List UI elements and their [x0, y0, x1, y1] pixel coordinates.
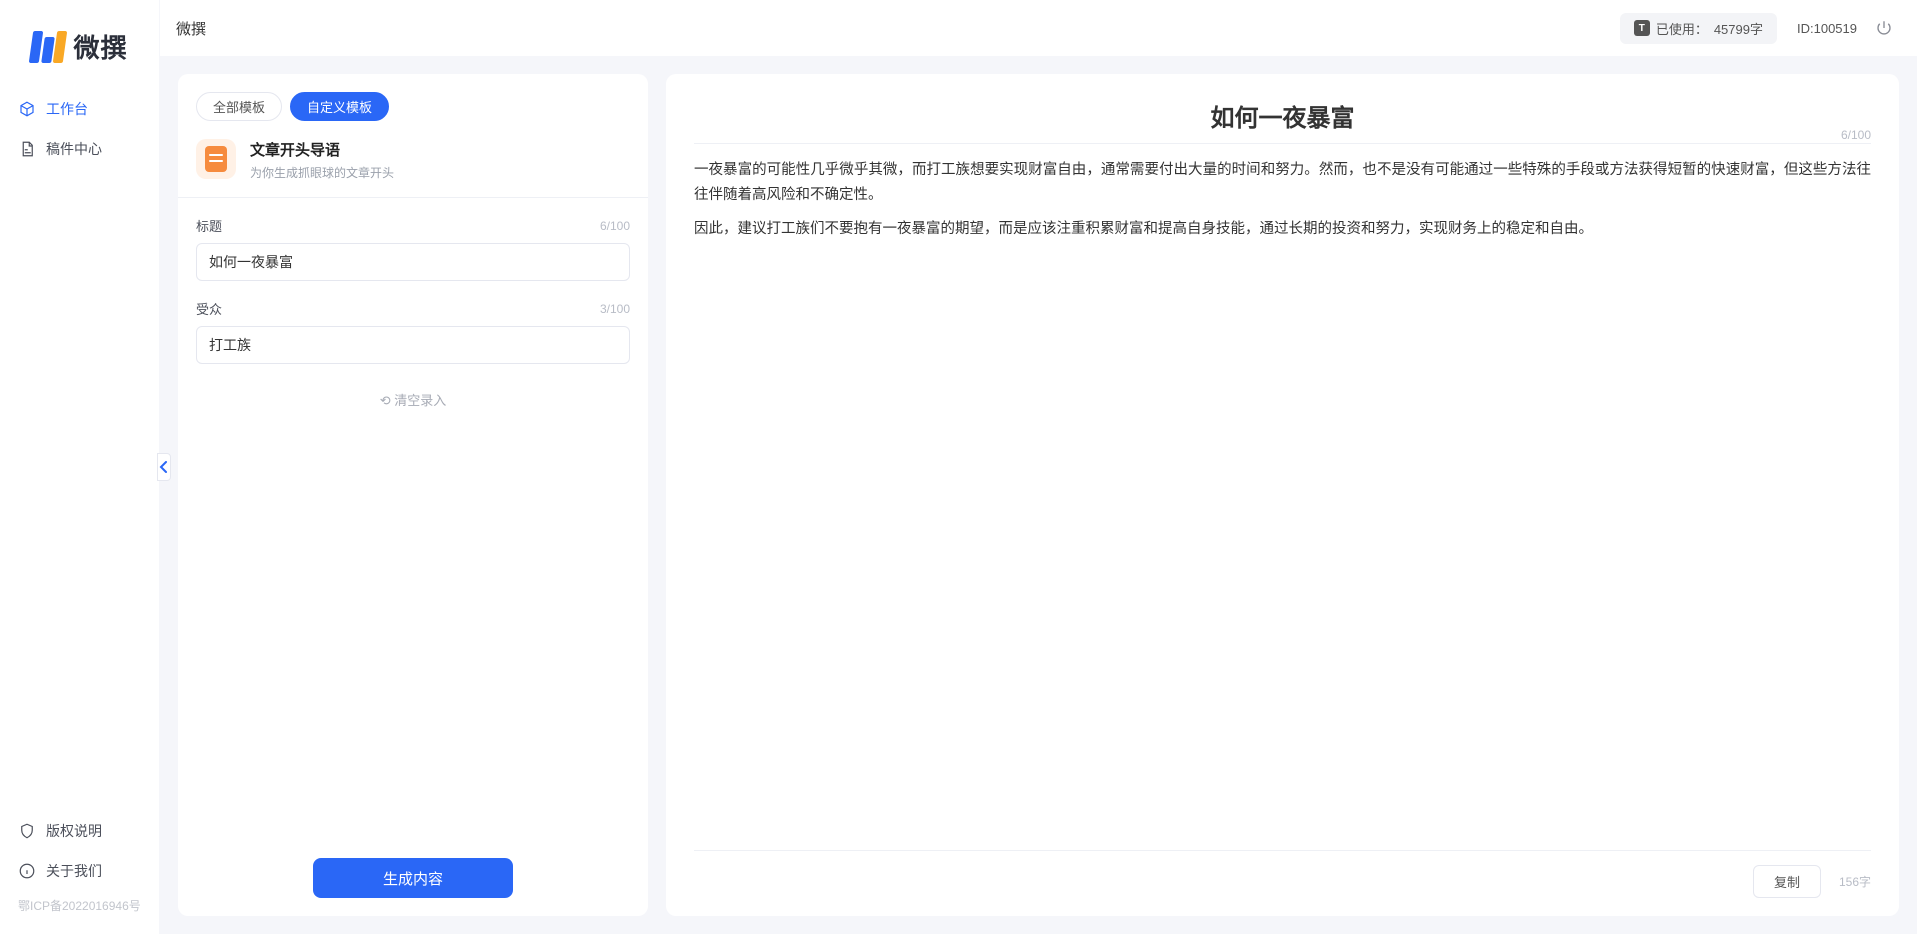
- output-panel: 如何一夜暴富 6/100 一夜暴富的可能性几乎微乎其微，而打工族想要实现财富自由…: [666, 74, 1899, 916]
- user-id: ID:100519: [1797, 21, 1857, 36]
- sidebar-nav: 工作台 稿件中心: [0, 89, 159, 169]
- template-title: 文章开头导语: [250, 139, 394, 160]
- template-desc: 为你生成抓眼球的文章开头: [250, 164, 394, 181]
- sidebar: 微撰 工作台 稿件中心 版权说明 关于我们: [0, 0, 160, 934]
- nav-drafts[interactable]: 稿件中心: [0, 129, 159, 169]
- info-icon: [18, 862, 36, 880]
- brand-name: 微撰: [73, 28, 127, 65]
- nav-label: 稿件中心: [46, 139, 102, 159]
- field-count: 6/100: [600, 219, 630, 233]
- output-body: 一夜暴富的可能性几乎微乎其微，而打工族想要实现财富自由，通常需要付出大量的时间和…: [694, 158, 1871, 252]
- nav-about[interactable]: 关于我们: [0, 851, 159, 891]
- config-panel: 全部模板 自定义模板 文章开头导语 为你生成抓眼球的文章开头 标题: [178, 74, 648, 916]
- divider: [178, 197, 648, 198]
- shield-icon: [18, 822, 36, 840]
- template-icon: [196, 139, 236, 179]
- document-icon: [18, 140, 36, 158]
- output-footer: 复制 156字: [694, 850, 1871, 898]
- tab-custom-templates[interactable]: 自定义模板: [290, 92, 389, 121]
- field-count: 3/100: [600, 302, 630, 316]
- nav-label: 关于我们: [46, 861, 102, 881]
- output-paragraph: 因此，建议打工族们不要抱有一夜暴富的期望，而是应该注重积累财富和提高自身技能，通…: [694, 217, 1871, 242]
- output-char-count: 156字: [1839, 873, 1871, 890]
- output-divider: 6/100: [694, 143, 1871, 144]
- field-audience: 受众 3/100: [196, 299, 630, 364]
- brand-logo: 微撰: [0, 0, 159, 89]
- copy-button[interactable]: 复制: [1753, 865, 1821, 898]
- page-title: 微撰: [176, 18, 206, 39]
- template-card: 文章开头导语 为你生成抓眼球的文章开头: [196, 139, 630, 189]
- usage-value: 45799字: [1714, 19, 1763, 38]
- document-lines-icon: [205, 146, 227, 172]
- audience-input[interactable]: [196, 326, 630, 364]
- logo-icon: [31, 31, 65, 63]
- clear-inputs[interactable]: ⟲ 清空录入: [196, 390, 630, 409]
- output-title-count: 6/100: [1841, 128, 1871, 142]
- tab-all-templates[interactable]: 全部模板: [196, 92, 282, 121]
- sidebar-bottom-nav: 版权说明 关于我们: [0, 811, 159, 891]
- generate-button[interactable]: 生成内容: [313, 858, 513, 898]
- text-icon: T: [1634, 20, 1650, 36]
- logout-button[interactable]: [1875, 19, 1893, 37]
- field-title: 标题 6/100: [196, 216, 630, 281]
- nav-label: 版权说明: [46, 821, 102, 841]
- power-icon: [1875, 19, 1893, 37]
- output-title: 如何一夜暴富: [694, 98, 1871, 143]
- icp-footer: 鄂ICP备2022016946号: [0, 891, 159, 924]
- usage-label: 已使用：: [1656, 19, 1708, 38]
- nav-copyright[interactable]: 版权说明: [0, 811, 159, 851]
- cube-icon: [18, 100, 36, 118]
- template-tabs: 全部模板 自定义模板: [196, 92, 630, 121]
- field-label: 标题: [196, 216, 222, 235]
- output-paragraph: 一夜暴富的可能性几乎微乎其微，而打工族想要实现财富自由，通常需要付出大量的时间和…: [694, 158, 1871, 207]
- nav-workbench[interactable]: 工作台: [0, 89, 159, 129]
- topbar: 微撰 T 已使用： 45799字 ID:100519: [160, 0, 1917, 56]
- title-input[interactable]: [196, 243, 630, 281]
- nav-label: 工作台: [46, 99, 88, 119]
- field-label: 受众: [196, 299, 222, 318]
- sidebar-collapse-handle[interactable]: [157, 453, 171, 481]
- usage-badge[interactable]: T 已使用： 45799字: [1620, 13, 1777, 44]
- chevron-left-icon: [159, 461, 169, 473]
